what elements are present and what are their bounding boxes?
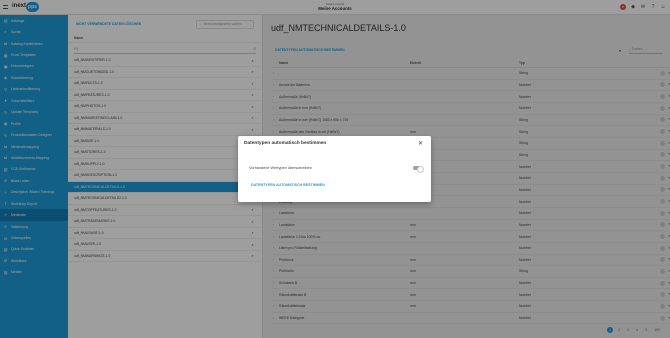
close-icon[interactable]: ✕ [418, 140, 423, 147]
overwrite-option-label: Vorhandene Wertypen überschreiben [249, 166, 312, 170]
determine-datatypes-button[interactable]: DATENTYPEN AUTOMATISCH BESTIMMEN [251, 183, 325, 187]
auto-datatype-dialog: Datentypen automatisch bestimmen ✕ Vorha… [238, 136, 431, 202]
overwrite-toggle[interactable] [413, 165, 424, 173]
dialog-title: Datentypen automatisch bestimmen [244, 141, 327, 146]
